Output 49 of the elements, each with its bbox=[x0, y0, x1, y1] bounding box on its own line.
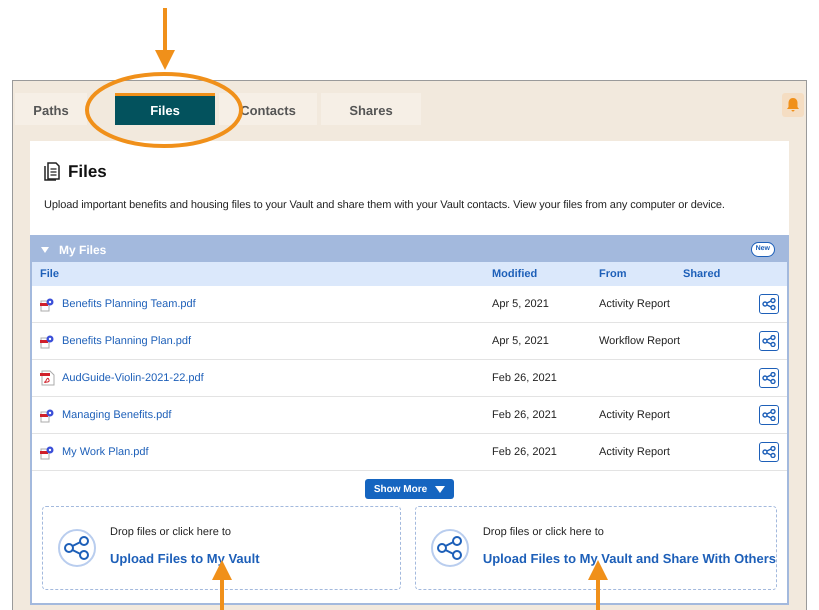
section-title: My Files bbox=[59, 242, 106, 258]
tab[interactable]: Contacts bbox=[219, 93, 317, 125]
drop-hint: Drop files or click here to bbox=[110, 524, 232, 540]
from-source: Activity Report bbox=[599, 408, 670, 421]
modified-date: Feb 26, 2021 bbox=[492, 446, 557, 458]
pdf-gear-icon bbox=[40, 444, 55, 460]
file-link[interactable]: Benefits Planning Team.pdf bbox=[62, 296, 196, 312]
share-icon bbox=[762, 335, 776, 347]
drop-hint: Drop files or click here to bbox=[482, 524, 605, 540]
bell-icon bbox=[786, 97, 800, 113]
page-title: Files bbox=[68, 161, 107, 183]
share-icon bbox=[762, 298, 776, 310]
file-link[interactable]: Managing Benefits.pdf bbox=[62, 406, 172, 424]
modified-date: Feb 26, 2021 bbox=[492, 372, 557, 384]
modified-date: Feb 26, 2021 bbox=[492, 408, 557, 421]
document-icon bbox=[44, 162, 60, 182]
file-link[interactable]: AudGuide-Violin-2021-22.pdf bbox=[62, 370, 204, 386]
share-icon bbox=[762, 409, 776, 421]
share-button[interactable] bbox=[759, 294, 779, 314]
share-icon bbox=[58, 529, 96, 567]
share-button[interactable] bbox=[759, 331, 779, 351]
page-description: Upload important benefits and housing files to your Vault and share them with your Vault contacts. View your files from any computer or device. bbox=[44, 198, 726, 212]
modified-date: Apr 5, 2021 bbox=[492, 298, 549, 310]
share-icon bbox=[762, 446, 776, 458]
share-icon bbox=[762, 372, 776, 384]
share-button[interactable] bbox=[759, 368, 779, 388]
column-header: From bbox=[599, 266, 626, 282]
tab[interactable]: Shares bbox=[321, 93, 421, 125]
caret-icon bbox=[435, 486, 446, 492]
tab[interactable]: Paths bbox=[15, 93, 87, 125]
from-source: Workflow Report bbox=[599, 334, 680, 347]
share-icon bbox=[430, 529, 469, 567]
column-header: Modified bbox=[492, 266, 538, 282]
file-link[interactable]: My Work Plan.pdf bbox=[62, 444, 149, 460]
file-link[interactable]: Benefits Planning Plan.pdf bbox=[62, 332, 192, 350]
show-more-button[interactable]: Show More bbox=[364, 479, 454, 499]
share-button[interactable] bbox=[759, 405, 779, 425]
pdf-gear-icon bbox=[40, 296, 55, 312]
from-source: Activity Report bbox=[599, 446, 670, 458]
tab[interactable]: Files bbox=[115, 93, 215, 125]
pdf-icon bbox=[40, 370, 55, 386]
column-header: Shared bbox=[683, 266, 720, 282]
upload-link[interactable]: Upload Files to My Vault and Share With Others bbox=[482, 549, 776, 568]
from-source: Activity Report bbox=[599, 298, 670, 310]
pdf-gear-icon bbox=[40, 408, 55, 422]
pdf-gear-icon bbox=[40, 334, 55, 348]
column-header: File bbox=[40, 266, 59, 282]
share-button[interactable] bbox=[759, 442, 779, 462]
modified-date: Apr 5, 2021 bbox=[492, 334, 549, 347]
